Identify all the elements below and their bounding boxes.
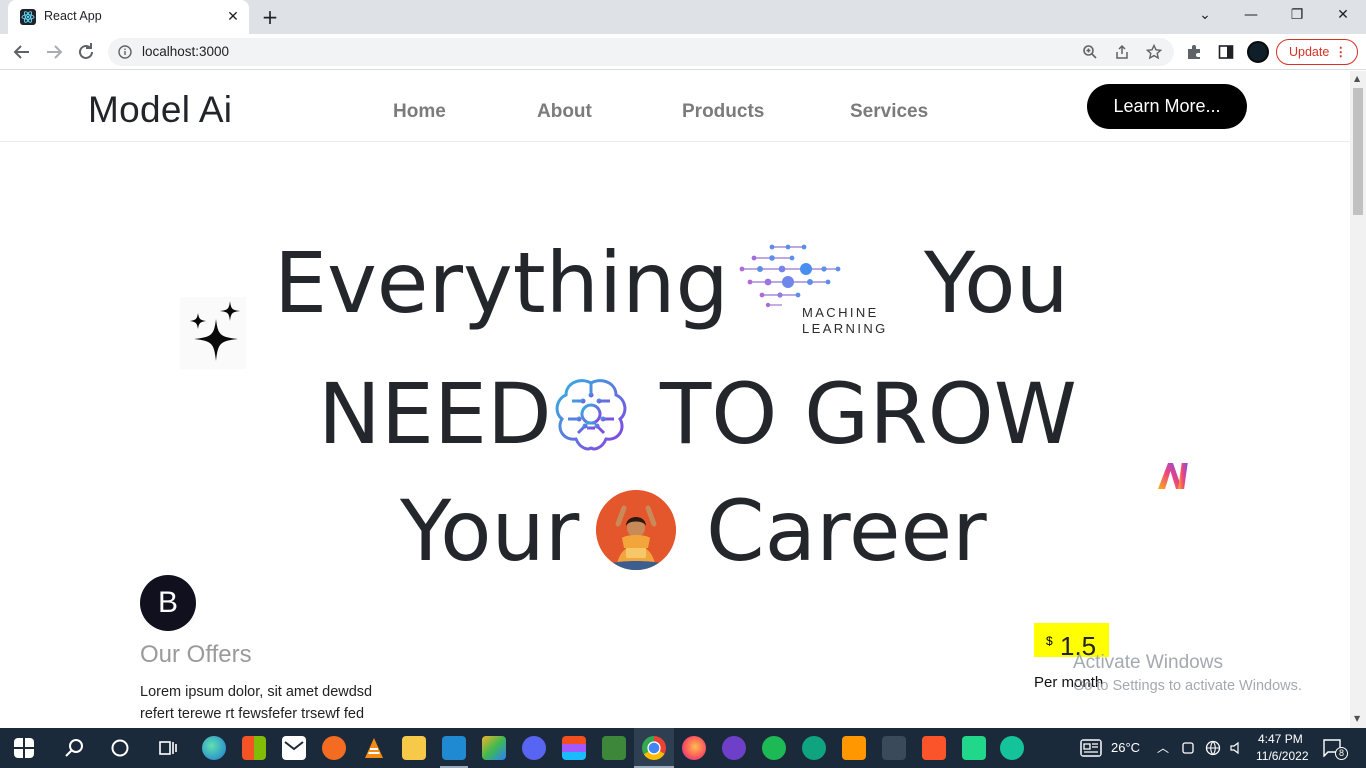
learn-more-button[interactable]: Learn More...: [1087, 84, 1247, 129]
close-window-button[interactable]: ✕: [1320, 0, 1366, 30]
news-widget-icon[interactable]: [1080, 739, 1102, 757]
activate-windows-watermark: Activate Windows Go to Settings to activ…: [1073, 652, 1302, 694]
share-icon[interactable]: [1114, 44, 1130, 60]
app-orange-icon[interactable]: [322, 736, 346, 760]
nav-home[interactable]: Home: [393, 101, 446, 123]
figma-icon[interactable]: [562, 736, 586, 760]
react-icon: [20, 9, 36, 25]
firefox-icon[interactable]: [682, 736, 706, 760]
tab-title: React App: [44, 9, 102, 23]
clock-date[interactable]: 11/6/2022: [1256, 749, 1309, 763]
browser-tab[interactable]: React App ✕: [8, 0, 249, 34]
bookmark-star-icon[interactable]: [1146, 44, 1162, 60]
onedrive-icon[interactable]: [1180, 740, 1196, 756]
hero-word-need: NEED: [318, 365, 552, 463]
new-tab-button[interactable]: +: [258, 5, 282, 29]
windows-start-icon[interactable]: [14, 738, 34, 758]
update-button[interactable]: Update ⋮: [1276, 39, 1358, 65]
forward-icon[interactable]: [42, 40, 66, 64]
sparkles-icon: [180, 297, 246, 369]
scroll-down-arrow-icon[interactable]: ▼: [1354, 714, 1360, 723]
vscode-icon[interactable]: [442, 736, 466, 760]
address-bar[interactable]: localhost:3000: [108, 38, 1174, 66]
openai-icon[interactable]: [802, 736, 826, 760]
nav-about[interactable]: About: [537, 101, 592, 123]
back-icon[interactable]: [10, 40, 34, 64]
clock-time[interactable]: 4:47 PM: [1258, 732, 1303, 746]
profile-avatar[interactable]: [1247, 41, 1269, 63]
price-currency: $: [1046, 634, 1053, 648]
hero-word-everything: Everything: [274, 234, 729, 332]
weather-temperature[interactable]: 26°C: [1111, 740, 1140, 755]
update-label: Update: [1289, 45, 1330, 59]
url-text: localhost:3000: [142, 44, 230, 59]
scroll-up-arrow-icon[interactable]: ▲: [1354, 74, 1360, 83]
ml-logo-text-learning: LEARNING: [802, 321, 888, 336]
store-icon[interactable]: [242, 736, 266, 760]
hero-word-your: Your: [400, 482, 580, 580]
hero-word-you: You: [924, 234, 1069, 332]
machine-learning-logo: MACHINE LEARNING: [739, 244, 888, 336]
brand-logo[interactable]: Model Ai: [88, 89, 232, 131]
nav-services[interactable]: Services: [850, 101, 928, 123]
nodejs-icon[interactable]: [602, 736, 626, 760]
jetbrains-icon[interactable]: [962, 736, 986, 760]
cortana-icon[interactable]: [108, 736, 132, 760]
zoom-icon[interactable]: [1082, 44, 1098, 60]
nav-products[interactable]: Products: [682, 101, 764, 123]
task-view-icon[interactable]: [156, 736, 180, 760]
windows-taskbar: 26°C ︿ 4:47 PM 11/6/2022 8: [0, 728, 1366, 768]
sourcetree-icon[interactable]: [482, 736, 506, 760]
edge-icon[interactable]: [202, 736, 226, 760]
mail-icon[interactable]: [282, 736, 306, 760]
offers-title: Our Offers: [140, 641, 252, 668]
spotify-icon[interactable]: [762, 736, 786, 760]
offers-description: Lorem ipsum dolor, sit amet dewdsd refer…: [140, 684, 373, 722]
maximize-button[interactable]: ❐: [1274, 0, 1320, 30]
browser-toolbar: localhost:3000 Update ⋮: [0, 34, 1366, 70]
discord-icon[interactable]: [522, 736, 546, 760]
notification-count-badge: 8: [1335, 747, 1348, 760]
reload-icon[interactable]: [74, 40, 98, 64]
side-panel-icon[interactable]: [1218, 44, 1234, 60]
ai-brain-icon: [555, 379, 627, 451]
extensions-icon[interactable]: [1186, 44, 1202, 60]
browser-tabstrip: React App ✕ + ⌄ — ❐ ✕: [0, 0, 1366, 34]
sublime-text-icon[interactable]: [842, 736, 866, 760]
chrome-icon[interactable]: [642, 736, 666, 760]
scroll-thumb[interactable]: [1353, 88, 1363, 215]
menu-dots-icon[interactable]: ⋮: [1335, 40, 1348, 64]
vlc-icon[interactable]: [362, 736, 386, 760]
hero-word-career: Career: [706, 482, 987, 580]
taskbar-search-icon[interactable]: [62, 736, 86, 760]
file-explorer-icon[interactable]: [402, 736, 426, 760]
grammarly-icon[interactable]: [1000, 736, 1024, 760]
happy-student-photo: [596, 490, 676, 570]
volume-icon[interactable]: [1229, 740, 1245, 756]
network-globe-icon[interactable]: [1205, 740, 1221, 756]
tab-close-icon[interactable]: ✕: [224, 8, 242, 26]
app-misc-icon[interactable]: [882, 736, 906, 760]
hero-word-to-grow: TO GROW: [660, 365, 1077, 463]
watermark-title: Activate Windows: [1073, 652, 1223, 673]
offer-badge: B: [140, 575, 196, 631]
ai-logo-icon: [1158, 463, 1188, 489]
watermark-subtitle: Go to Settings to activate Windows.: [1073, 678, 1302, 694]
page-scrollbar[interactable]: ▲ ▼: [1350, 71, 1366, 728]
info-icon[interactable]: [118, 45, 132, 59]
minimize-button[interactable]: —: [1228, 0, 1274, 30]
tab-search-icon[interactable]: ⌄: [1182, 0, 1228, 30]
github-desktop-icon[interactable]: [722, 736, 746, 760]
brave-icon[interactable]: [922, 736, 946, 760]
ml-logo-text-machine: MACHINE: [802, 305, 879, 320]
tray-chevron-icon[interactable]: ︿: [1157, 739, 1169, 756]
page-viewport: Model Ai Home About Products Services Le…: [0, 71, 1350, 728]
site-navbar: Model Ai Home About Products Services Le…: [0, 71, 1350, 142]
